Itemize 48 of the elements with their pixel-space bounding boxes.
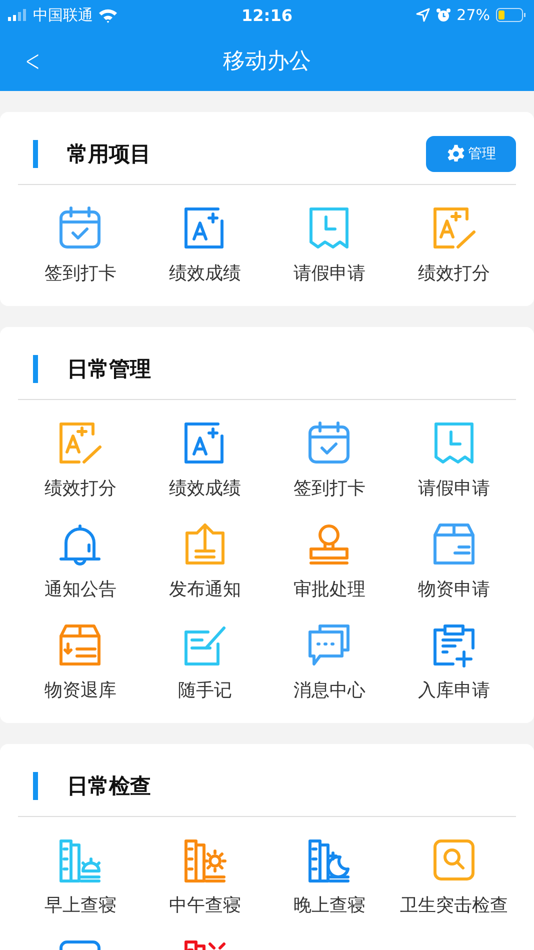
shortcut-label[interactable]: 绩效打分 — [418, 261, 490, 285]
signal-icon — [8, 9, 28, 21]
shortcut-label[interactable]: 晚上查寝 — [293, 893, 366, 917]
settings-icon — [446, 144, 466, 164]
shortcut-label[interactable]: 物资申请 — [418, 577, 490, 601]
battery-icon — [496, 8, 526, 22]
section-title: 日常检查 — [67, 773, 152, 800]
alarm-icon — [436, 8, 451, 22]
carrier-name: 中国联通 — [33, 6, 93, 24]
shortcut-label[interactable]: 发布通知 — [168, 577, 241, 601]
wifi-icon — [98, 8, 118, 22]
shortcut-label[interactable]: 绩效成绩 — [168, 476, 241, 500]
shortcut-label[interactable]: 物资退库 — [44, 678, 116, 702]
calendar-icon — [306, 420, 352, 466]
shortcut-label[interactable]: 入库申请 — [418, 678, 490, 702]
shortcut-label[interactable]: 审批处理 — [293, 577, 366, 601]
shortcut-label[interactable]: 中午查寝 — [168, 893, 241, 917]
building-sun-icon — [182, 837, 228, 883]
accent-bar — [33, 140, 38, 168]
grade-pen-icon — [430, 205, 477, 251]
accent-bar — [33, 355, 38, 383]
clipboard-add-icon — [430, 622, 477, 668]
battery-percent: 27% — [456, 6, 490, 24]
box-icon — [57, 622, 104, 668]
shortcut-label[interactable]: 绩效打分 — [44, 476, 116, 500]
shortcut-label[interactable]: 通知公告 — [44, 577, 116, 601]
location-icon — [416, 8, 430, 22]
shortcut-label[interactable]: 请假申请 — [418, 476, 490, 500]
building-moon-icon — [306, 837, 352, 883]
box-icon — [430, 521, 477, 567]
shortcut-label[interactable]: 消息中心 — [293, 678, 366, 702]
shortcut-label[interactable]: 早上查寝 — [44, 893, 116, 917]
shortcut-label[interactable]: 绩效成绩 — [168, 261, 241, 285]
section-title: 常用项目 — [67, 141, 152, 168]
shortcut-label[interactable]: 卫生突击检查 — [400, 893, 508, 917]
clock-time: 12:16 — [242, 6, 292, 24]
accent-bar — [33, 772, 38, 800]
shortcut-label[interactable]: 签到打卡 — [44, 261, 116, 285]
calendar-icon — [57, 205, 104, 251]
section-title: 日常管理 — [67, 356, 152, 383]
chat-icon — [306, 622, 352, 668]
shortcut-label[interactable]: 签到打卡 — [293, 476, 366, 500]
page-title: 移动办公 — [223, 48, 311, 76]
building-sunrise-icon — [57, 837, 104, 883]
grade-pen-icon — [57, 420, 104, 466]
search-icon — [430, 837, 477, 883]
shortcut-label[interactable]: 请假申请 — [293, 261, 366, 285]
shortcut-label[interactable]: 随手记 — [178, 678, 232, 702]
